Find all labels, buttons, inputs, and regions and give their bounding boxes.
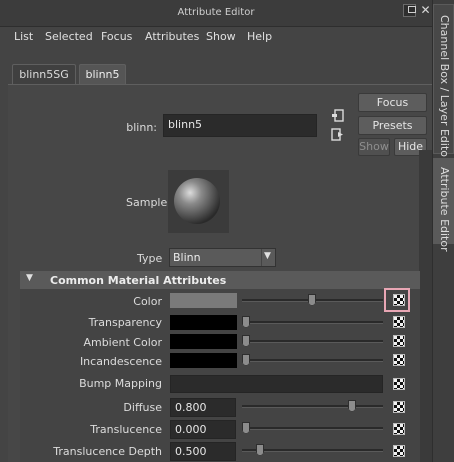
float-window-icon[interactable]: [403, 4, 416, 17]
chevron-down-icon: ▼: [264, 251, 271, 261]
material-sample-swatch: [168, 170, 229, 233]
output-connections-icon[interactable]: [331, 128, 344, 141]
menu-help[interactable]: Help: [247, 30, 272, 43]
translucence-depth-map-icon[interactable]: [393, 445, 405, 457]
translucence-slider[interactable]: [242, 427, 383, 430]
menu-attributes[interactable]: Attributes: [145, 30, 199, 43]
ambient-color-map-icon[interactable]: [393, 335, 405, 347]
menu-list[interactable]: List: [14, 30, 33, 43]
window-title: Attribute Editor: [177, 7, 255, 18]
incandescence-slider[interactable]: [242, 359, 383, 362]
focus-button[interactable]: Focus: [358, 93, 427, 112]
close-icon[interactable]: ✕: [419, 4, 432, 17]
diffuse-map-icon[interactable]: [393, 401, 405, 413]
translucence-map-icon[interactable]: [393, 423, 405, 435]
sample-label: Sample: [126, 196, 168, 209]
show-button[interactable]: Show: [358, 138, 390, 156]
presets-button[interactable]: Presets: [358, 116, 427, 135]
attribute-editor-tab-label: Attribute Editor: [438, 167, 451, 252]
incandescence-swatch[interactable]: [170, 353, 237, 368]
section-title: Common Material Attributes: [50, 274, 227, 287]
channel-box-tab-label: Channel Box / Layer Editor: [438, 15, 451, 162]
input-connections-icon[interactable]: [331, 109, 344, 122]
translucence-depth-label: Translucence Depth: [53, 445, 162, 458]
menu-selected[interactable]: Selected: [45, 30, 93, 43]
tab-blinn5sg[interactable]: blinn5SG: [12, 64, 76, 84]
transparency-map-icon[interactable]: [393, 316, 405, 328]
sample-sphere-icon: [174, 178, 220, 224]
tab-blinn5[interactable]: blinn5: [79, 64, 126, 84]
ambient-color-label: Ambient Color: [83, 336, 162, 349]
highlight-box: [384, 288, 410, 312]
bump-mapping-field[interactable]: [170, 375, 383, 393]
transparency-slider[interactable]: [242, 321, 383, 324]
translucence-label: Translucence: [90, 423, 162, 436]
incandescence-label: Incandescence: [79, 355, 162, 368]
bump-mapping-label: Bump Mapping: [79, 377, 162, 390]
collapse-triangle-icon[interactable]: ▼: [26, 273, 33, 283]
type-value: Blinn: [173, 251, 201, 264]
type-label: Type: [137, 252, 163, 265]
diffuse-label: Diffuse: [123, 401, 162, 414]
diffuse-slider[interactable]: [242, 405, 383, 408]
transparency-swatch[interactable]: [170, 315, 237, 330]
translucence-field[interactable]: 0.000: [170, 420, 236, 439]
node-name-field[interactable]: blinn5: [163, 114, 317, 137]
tab-channel-box[interactable]: Channel Box / Layer Editor: [433, 4, 454, 162]
ambient-color-slider[interactable]: [242, 340, 383, 343]
node-name-label: blinn:: [126, 121, 157, 134]
color-label: Color: [133, 295, 162, 308]
menu-focus[interactable]: Focus: [101, 30, 132, 43]
scrollbar-track[interactable]: [419, 150, 432, 462]
bump-mapping-map-icon[interactable]: [393, 378, 405, 390]
translucence-depth-field[interactable]: 0.500: [170, 442, 236, 461]
incandescence-map-icon[interactable]: [393, 354, 405, 366]
color-swatch[interactable]: [170, 293, 237, 308]
transparency-label: Transparency: [88, 316, 162, 329]
ambient-color-swatch[interactable]: [170, 334, 237, 349]
tab-attribute-editor[interactable]: Attribute Editor: [433, 158, 454, 252]
diffuse-field[interactable]: 0.800: [170, 398, 236, 417]
menu-show[interactable]: Show: [206, 30, 236, 43]
